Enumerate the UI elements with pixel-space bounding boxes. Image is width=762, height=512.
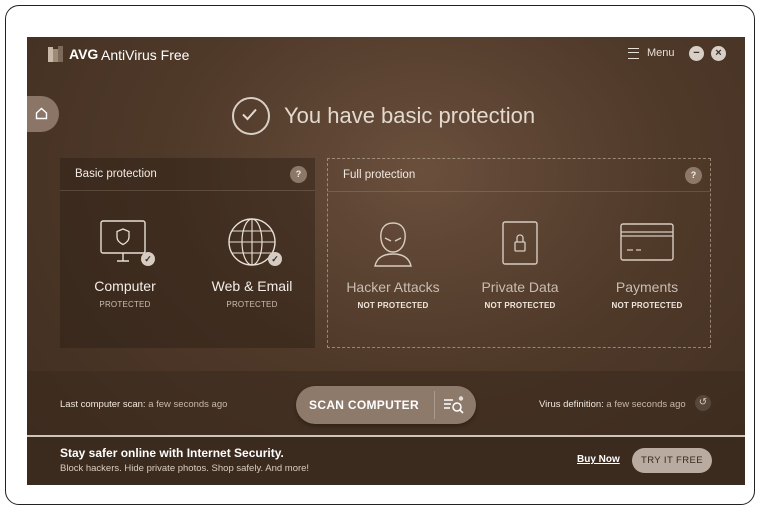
basic-protection-panel: Basic protection ? ✓ Computer PROTECTED bbox=[60, 158, 315, 348]
app-window: AVG AntiVirus Free Menu − × You have bas… bbox=[27, 37, 745, 485]
hacker-attacks-tile[interactable]: Hacker Attacks NOT PROTECTED bbox=[338, 219, 448, 310]
scan-computer-button[interactable]: SCAN COMPUTER bbox=[296, 386, 432, 424]
hamburger-icon bbox=[628, 47, 639, 59]
computer-status: PROTECTED bbox=[99, 300, 151, 309]
upgrade-promo-bar: Stay safer online with Internet Security… bbox=[27, 435, 745, 485]
full-help-button[interactable]: ? bbox=[685, 166, 702, 184]
virus-def-value: a few seconds ago bbox=[606, 399, 686, 410]
hacker-icon bbox=[363, 219, 423, 271]
hacker-attacks-label: Hacker Attacks bbox=[346, 279, 440, 295]
web-email-status: PROTECTED bbox=[226, 300, 278, 309]
private-data-tile[interactable]: Private Data NOT PROTECTED bbox=[465, 219, 575, 310]
status-check-icon bbox=[232, 97, 270, 135]
scan-options-icon[interactable] bbox=[443, 396, 465, 414]
refresh-icon[interactable]: ↺ bbox=[695, 395, 711, 411]
hacker-attacks-status: NOT PROTECTED bbox=[357, 301, 429, 310]
full-protection-title: Full protection bbox=[343, 169, 416, 181]
payments-status: NOT PROTECTED bbox=[611, 301, 683, 310]
menu-label: Menu bbox=[647, 47, 675, 59]
lock-icon bbox=[490, 219, 550, 271]
full-protection-header: Full protection ? bbox=[328, 159, 710, 192]
promo-subtitle: Block hackers. Hide private photos. Shop… bbox=[60, 463, 310, 474]
product-name: AntiVirus Free bbox=[101, 47, 190, 63]
basic-protection-header: Basic protection ? bbox=[60, 158, 315, 191]
full-protection-panel: Full protection ? Hacker Attacks NOT PRO… bbox=[327, 158, 711, 348]
private-data-status: NOT PROTECTED bbox=[484, 301, 556, 310]
scan-button-group: SCAN COMPUTER bbox=[296, 386, 476, 424]
web-email-label: Web & Email bbox=[211, 278, 293, 294]
title-bar: AVG AntiVirus Free Menu − × bbox=[27, 37, 745, 71]
home-tab[interactable] bbox=[27, 96, 59, 132]
basic-help-button[interactable]: ? bbox=[290, 165, 307, 183]
globe-icon: ✓ bbox=[222, 218, 282, 270]
computer-label: Computer bbox=[94, 278, 156, 294]
virus-definition-info: Virus definition: a few seconds ago bbox=[539, 399, 686, 410]
promo-title: Stay safer online with Internet Security… bbox=[60, 446, 284, 460]
payments-tile[interactable]: Payments NOT PROTECTED bbox=[592, 219, 702, 310]
screenshot-frame: AVG AntiVirus Free Menu − × You have bas… bbox=[5, 5, 755, 505]
protected-check-icon: ✓ bbox=[141, 252, 155, 266]
protection-status: You have basic protection bbox=[232, 97, 535, 135]
scan-button-divider bbox=[434, 391, 435, 419]
buy-now-link[interactable]: Buy Now bbox=[577, 454, 620, 465]
basic-protection-title: Basic protection bbox=[75, 168, 157, 180]
avg-logo-icon bbox=[48, 46, 63, 62]
last-scan-label: Last computer scan: bbox=[60, 399, 146, 410]
computer-tile[interactable]: ✓ Computer PROTECTED bbox=[70, 218, 180, 309]
brand-name: AVG bbox=[69, 46, 99, 62]
minimize-button[interactable]: − bbox=[689, 46, 704, 61]
scan-bar: Last computer scan: a few seconds ago SC… bbox=[27, 371, 745, 435]
last-scan-value: a few seconds ago bbox=[148, 399, 228, 410]
try-it-free-button[interactable]: TRY IT FREE bbox=[632, 448, 712, 473]
web-email-tile[interactable]: ✓ Web & Email PROTECTED bbox=[197, 218, 307, 309]
menu-button[interactable]: Menu bbox=[628, 47, 675, 59]
private-data-label: Private Data bbox=[481, 279, 559, 295]
close-button[interactable]: × bbox=[711, 46, 726, 61]
payments-label: Payments bbox=[615, 279, 679, 295]
home-icon bbox=[35, 107, 48, 120]
credit-card-icon bbox=[617, 219, 677, 271]
protected-check-icon: ✓ bbox=[268, 252, 282, 266]
last-scan-info: Last computer scan: a few seconds ago bbox=[60, 399, 227, 410]
status-title: You have basic protection bbox=[284, 103, 536, 128]
virus-def-label: Virus definition: bbox=[539, 399, 604, 410]
monitor-shield-icon: ✓ bbox=[95, 218, 155, 270]
